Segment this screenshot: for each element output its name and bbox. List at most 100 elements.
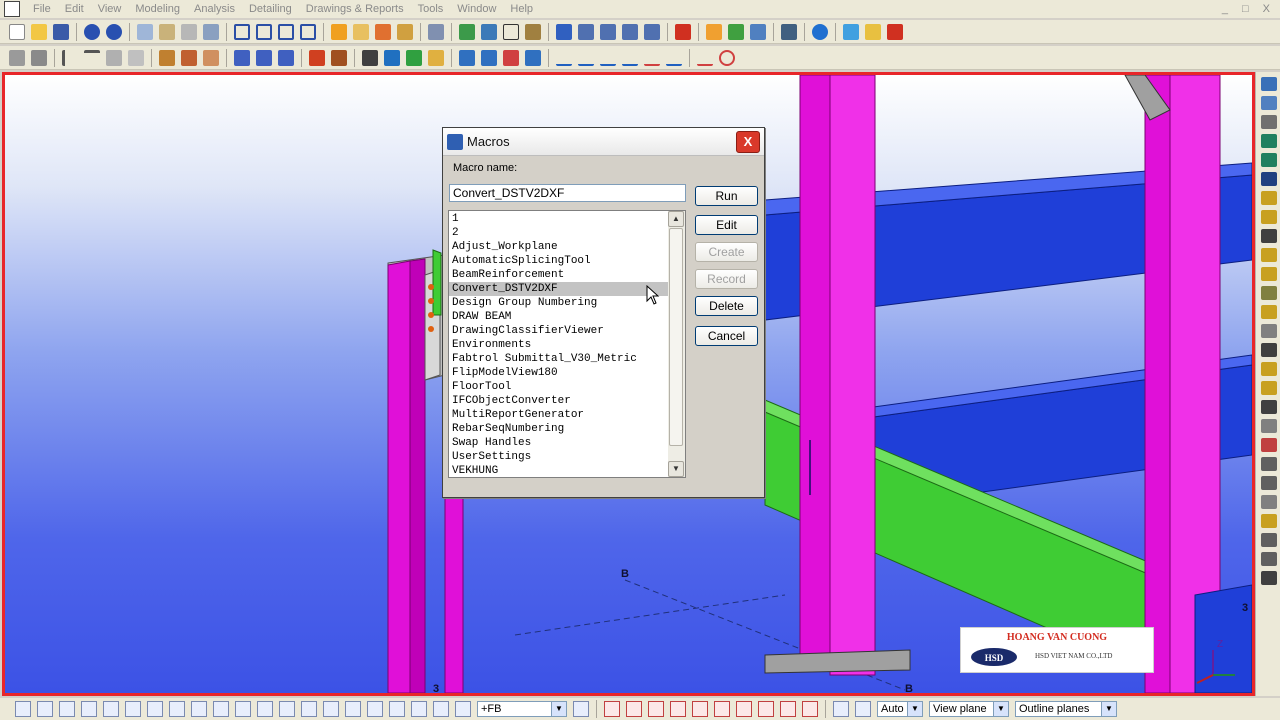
select-grids-icon[interactable] (81, 701, 97, 717)
snap-line-icon[interactable] (736, 701, 752, 717)
snap-mid-icon[interactable] (670, 701, 686, 717)
select-all-icon[interactable] (15, 701, 31, 717)
concrete-beam-icon[interactable] (256, 49, 272, 66)
menu-detailing[interactable]: Detailing (242, 3, 299, 15)
scroll-down-icon[interactable]: ▼ (668, 461, 684, 477)
line-2-icon[interactable] (578, 50, 594, 66)
macro-list-item[interactable]: Adjust_Workplane (449, 240, 668, 254)
macro-list-item[interactable]: Fabtrol Submittal_V30_Metric (449, 352, 668, 366)
tool-14-icon[interactable] (1260, 324, 1277, 338)
snap-depth-select[interactable]: Auto ▼ (877, 701, 923, 717)
delete-button[interactable]: Delete (695, 296, 758, 316)
macro-list-item[interactable]: UserSettings (449, 450, 668, 464)
weld-icon[interactable] (181, 49, 197, 66)
menu-window[interactable]: Window (450, 3, 503, 15)
cancel-button[interactable]: Cancel (695, 326, 758, 346)
copy-object-icon[interactable] (706, 23, 722, 40)
measure-icon[interactable] (697, 50, 713, 66)
macro-list-item[interactable]: IFCObjectConverter (449, 394, 668, 408)
close-window-button[interactable]: X (1263, 3, 1270, 15)
snap-center-icon[interactable] (503, 49, 519, 66)
filter-settings-icon[interactable] (573, 701, 589, 717)
select-components-icon[interactable] (279, 701, 295, 717)
snap-extension-icon[interactable] (780, 701, 796, 717)
beam-icon[interactable] (84, 49, 100, 66)
macro-list-item[interactable]: 2 (449, 226, 668, 240)
select-bolts-icon[interactable] (213, 701, 229, 717)
view-2-icon[interactable] (256, 23, 272, 40)
copy-icon[interactable] (137, 23, 153, 40)
redo-icon[interactable] (106, 23, 122, 40)
record-button[interactable]: Record (695, 269, 758, 289)
select-planes-icon[interactable] (125, 701, 141, 717)
menu-modeling[interactable]: Modeling (128, 3, 187, 15)
properties-icon[interactable] (181, 23, 197, 40)
menu-analysis[interactable]: Analysis (187, 3, 242, 15)
macro-list[interactable]: 1 2 Adjust_Workplane AutomaticSplicingTool B… (448, 210, 686, 478)
macro-list-item[interactable]: FloorTool (449, 380, 668, 394)
footing-icon[interactable] (331, 49, 347, 66)
tool-6-icon[interactable] (1260, 172, 1277, 186)
macro-folder-icon[interactable] (865, 23, 881, 40)
tool-17-icon[interactable] (1260, 381, 1277, 395)
snap-intersect-icon[interactable] (525, 49, 541, 66)
select-3-icon[interactable] (644, 23, 660, 40)
macro-list-item[interactable]: Design Group Numbering (449, 296, 668, 310)
tool-2-icon[interactable] (1260, 96, 1277, 110)
line-icon[interactable] (556, 50, 572, 66)
tool-15-icon[interactable] (1260, 343, 1277, 357)
points-icon[interactable] (525, 23, 541, 40)
tool-26-icon[interactable] (1260, 552, 1277, 566)
web-icon[interactable] (812, 23, 828, 40)
select-surfaces-icon[interactable] (257, 701, 273, 717)
workplane-tool-icon[interactable] (833, 701, 849, 717)
snap-ref-icon[interactable] (626, 701, 642, 717)
macro-list-item[interactable]: 1 (449, 212, 668, 226)
line-3-icon[interactable] (600, 50, 616, 66)
snap-free-icon[interactable] (758, 701, 774, 717)
select-views-icon[interactable] (191, 701, 207, 717)
tool-13-icon[interactable] (1260, 305, 1277, 319)
clash-check-icon[interactable] (428, 23, 444, 40)
plate-2-icon[interactable] (31, 49, 47, 66)
select-cuts-icon[interactable] (169, 701, 185, 717)
tool-7-icon[interactable] (1260, 191, 1277, 205)
scroll-thumb[interactable] (669, 228, 683, 446)
select-2-icon[interactable] (622, 23, 638, 40)
workplane-icon[interactable] (428, 49, 444, 66)
concrete-column-icon[interactable] (234, 49, 250, 66)
macro-list-item[interactable]: Swap Handles (449, 436, 668, 450)
run-button[interactable]: Run (695, 186, 758, 206)
snap-intersect-icon[interactable] (692, 701, 708, 717)
view-3-icon[interactable] (278, 23, 294, 40)
tool-27-icon[interactable] (1260, 571, 1277, 585)
tool-10-icon[interactable] (1260, 248, 1277, 262)
snap-icon[interactable] (578, 23, 594, 40)
slab-icon[interactable] (278, 49, 294, 66)
new-file-icon[interactable] (9, 23, 25, 40)
line-5-icon[interactable] (644, 50, 660, 66)
tool-5-icon[interactable] (1260, 153, 1277, 167)
macro-list-item[interactable]: Convert_DSTV2DXF (449, 282, 668, 296)
select-rebar-icon[interactable] (411, 701, 427, 717)
move-object-icon[interactable] (728, 23, 744, 40)
numbering-icon[interactable] (375, 23, 391, 40)
snap-end-icon[interactable] (459, 49, 475, 66)
component-2-icon[interactable] (481, 23, 497, 40)
select-gridlines-icon[interactable] (103, 701, 119, 717)
create-button[interactable]: Create (695, 242, 758, 262)
macro-list-item[interactable]: DrawingClassifierViewer (449, 324, 668, 338)
tool-19-icon[interactable] (1260, 419, 1277, 433)
tool-1-icon[interactable] (1260, 77, 1277, 91)
line-6-icon[interactable] (666, 50, 682, 66)
macro-list-item[interactable]: AutomaticSplicingTool (449, 254, 668, 268)
pin-icon[interactable] (675, 23, 691, 40)
snap-mid-icon[interactable] (481, 49, 497, 66)
grid-icon[interactable] (503, 23, 519, 40)
tool-4-icon[interactable] (1260, 134, 1277, 148)
snap-perp-icon[interactable] (714, 701, 730, 717)
polybeam-icon[interactable] (106, 49, 122, 66)
tool-18-icon[interactable] (1260, 400, 1277, 414)
macro-list-item[interactable]: MultiReportGenerator (449, 408, 668, 422)
line-4-icon[interactable] (622, 50, 638, 66)
